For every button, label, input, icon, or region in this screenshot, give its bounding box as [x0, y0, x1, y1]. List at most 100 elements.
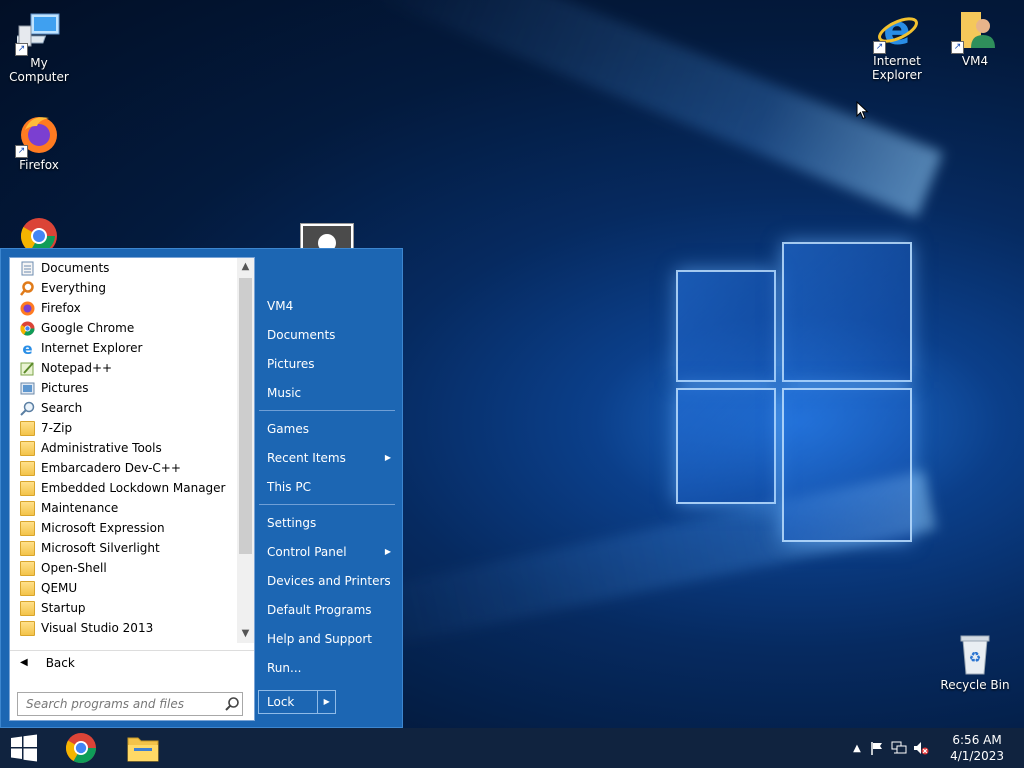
program-item-internet-explorer[interactable]: e Internet Explorer [10, 338, 238, 358]
shutdown-options-arrow-icon[interactable]: ▶ [317, 691, 335, 713]
program-item-everything[interactable]: Everything [10, 278, 238, 298]
program-label: Search [41, 401, 83, 415]
action-center-flag-icon[interactable] [866, 741, 888, 755]
network-icon[interactable] [888, 741, 910, 755]
right-item-control-panel[interactable]: Control Panel ▶ [259, 537, 399, 566]
firefox-icon [20, 301, 35, 316]
svg-text:♻: ♻ [969, 650, 982, 666]
program-label: Everything [41, 281, 106, 295]
right-item-documents[interactable]: Documents [259, 320, 399, 349]
program-folder-microsoft-expression[interactable]: Microsoft Expression [10, 518, 238, 538]
chrome-taskbar-button[interactable] [56, 728, 106, 768]
program-list-scrollbar[interactable]: ▲ ▼ [237, 258, 254, 643]
program-folder-7-zip[interactable]: 7-Zip [10, 418, 238, 438]
program-folder-embedded-lockdown-manager[interactable]: Embedded Lockdown Manager [10, 478, 238, 498]
search-input[interactable] [24, 696, 218, 712]
right-item-label: Control Panel [267, 544, 347, 559]
right-item-label: Games [267, 421, 309, 436]
firefox-icon: ↗ [15, 112, 61, 158]
svg-text:e: e [883, 8, 910, 52]
program-folder-embarcadero-dev-cpp[interactable]: Embarcadero Dev-C++ [10, 458, 238, 478]
program-item-search[interactable]: Search [10, 398, 238, 418]
program-item-documents[interactable]: Documents [10, 258, 238, 278]
program-label: Notepad++ [41, 361, 113, 375]
desktop-icon-label: Recycle Bin [940, 678, 1010, 692]
internet-explorer-icon: e [20, 340, 35, 358]
program-folder-administrative-tools[interactable]: Administrative Tools [10, 438, 238, 458]
recycle-bin-icon: ♻ [953, 632, 997, 676]
program-folder-maintenance[interactable]: Maintenance [10, 498, 238, 518]
program-label: Documents [41, 261, 110, 275]
program-folder-qemu[interactable]: QEMU [10, 578, 238, 598]
right-item-music[interactable]: Music [259, 378, 399, 407]
chrome-icon [20, 321, 35, 336]
program-label: Embarcadero Dev-C++ [41, 461, 181, 475]
everything-search-icon [20, 280, 35, 296]
program-folder-microsoft-silverlight[interactable]: Microsoft Silverlight [10, 538, 238, 558]
program-item-notepad-plus-plus[interactable]: Notepad++ [10, 358, 238, 378]
right-item-default-programs[interactable]: Default Programs [259, 595, 399, 624]
program-label: 7-Zip [41, 421, 73, 435]
computer-icon: ↗ [12, 10, 61, 56]
program-label: Startup [41, 601, 86, 615]
desktop-icon-internet-explorer[interactable]: e ↗ Internet Explorer [858, 8, 936, 82]
right-item-recent-items[interactable]: Recent Items ▶ [259, 443, 399, 472]
scroll-down-icon[interactable]: ▼ [237, 625, 254, 643]
back-arrow-icon: ◀ [20, 657, 28, 668]
right-item-help-and-support[interactable]: Help and Support [259, 624, 399, 653]
volume-muted-icon[interactable] [910, 741, 932, 755]
clock-date: 4/1/2023 [950, 749, 1004, 763]
scroll-up-icon[interactable]: ▲ [237, 258, 254, 276]
right-item-pictures[interactable]: Pictures [259, 349, 399, 378]
show-hidden-icons-chevron-icon[interactable]: ▲ [848, 743, 866, 754]
folder-icon [20, 480, 35, 496]
right-item-games[interactable]: Games [259, 414, 399, 443]
program-item-firefox[interactable]: Firefox [10, 298, 238, 318]
taskbar: ▲ 6:56 AM 4/1/2023 [0, 728, 1024, 768]
program-label: Open-Shell [41, 561, 107, 575]
user-folder-icon: ↗ [951, 8, 997, 54]
program-label: Microsoft Silverlight [41, 541, 160, 555]
right-item-settings[interactable]: Settings [259, 508, 399, 537]
desktop-icon-recycle-bin[interactable]: ♻ Recycle Bin [936, 632, 1014, 692]
search-box[interactable] [17, 692, 243, 716]
desktop-icon-my-computer[interactable]: ↗ My Computer [0, 10, 78, 84]
folder-icon [20, 460, 35, 476]
programs-panel: Documents Everything Firefox Google Chro… [9, 257, 255, 721]
right-item-label: Recent Items [267, 450, 346, 465]
mouse-cursor-icon [856, 101, 869, 120]
internet-explorer-icon: e ↗ [873, 8, 919, 54]
right-item-devices-and-printers[interactable]: Devices and Printers [259, 566, 399, 595]
search-icon[interactable] [224, 696, 240, 712]
right-item-user-vm4[interactable]: VM4 [259, 291, 399, 320]
lock-button[interactable]: Lock [259, 695, 317, 709]
scrollbar-thumb[interactable] [239, 278, 252, 554]
separator [259, 504, 395, 505]
system-tray: ▲ [848, 728, 932, 768]
folder-icon [20, 620, 35, 636]
program-item-pictures[interactable]: Pictures [10, 378, 238, 398]
right-item-label: Settings [267, 515, 317, 530]
program-folder-visual-studio-2013[interactable]: Visual Studio 2013 [10, 618, 238, 638]
taskbar-clock[interactable]: 6:56 AM 4/1/2023 [950, 732, 1004, 764]
desktop-icon-vm4[interactable]: ↗ VM4 [936, 8, 1014, 68]
folder-icon [20, 580, 35, 596]
right-item-run[interactable]: Run... [259, 653, 399, 682]
desktop-icon-label: VM4 [961, 54, 989, 68]
program-folder-open-shell[interactable]: Open-Shell [10, 558, 238, 578]
lock-button-group: Lock ▶ [258, 690, 336, 714]
program-folder-startup[interactable]: Startup [10, 598, 238, 618]
back-label: Back [45, 655, 75, 670]
right-item-this-pc[interactable]: This PC [259, 472, 399, 501]
program-label: Visual Studio 2013 [41, 621, 154, 635]
program-label: Google Chrome [41, 321, 135, 335]
start-button[interactable] [0, 728, 48, 768]
program-item-google-chrome[interactable]: Google Chrome [10, 318, 238, 338]
file-explorer-taskbar-button[interactable] [118, 728, 168, 768]
desktop-icon-firefox[interactable]: ↗ Firefox [0, 112, 78, 172]
right-item-label: This PC [267, 479, 311, 494]
program-label: Embedded Lockdown Manager [41, 481, 226, 495]
right-item-label: Run... [267, 660, 302, 675]
back-button[interactable]: ◀ Back [10, 650, 254, 674]
folder-icon [20, 520, 35, 536]
